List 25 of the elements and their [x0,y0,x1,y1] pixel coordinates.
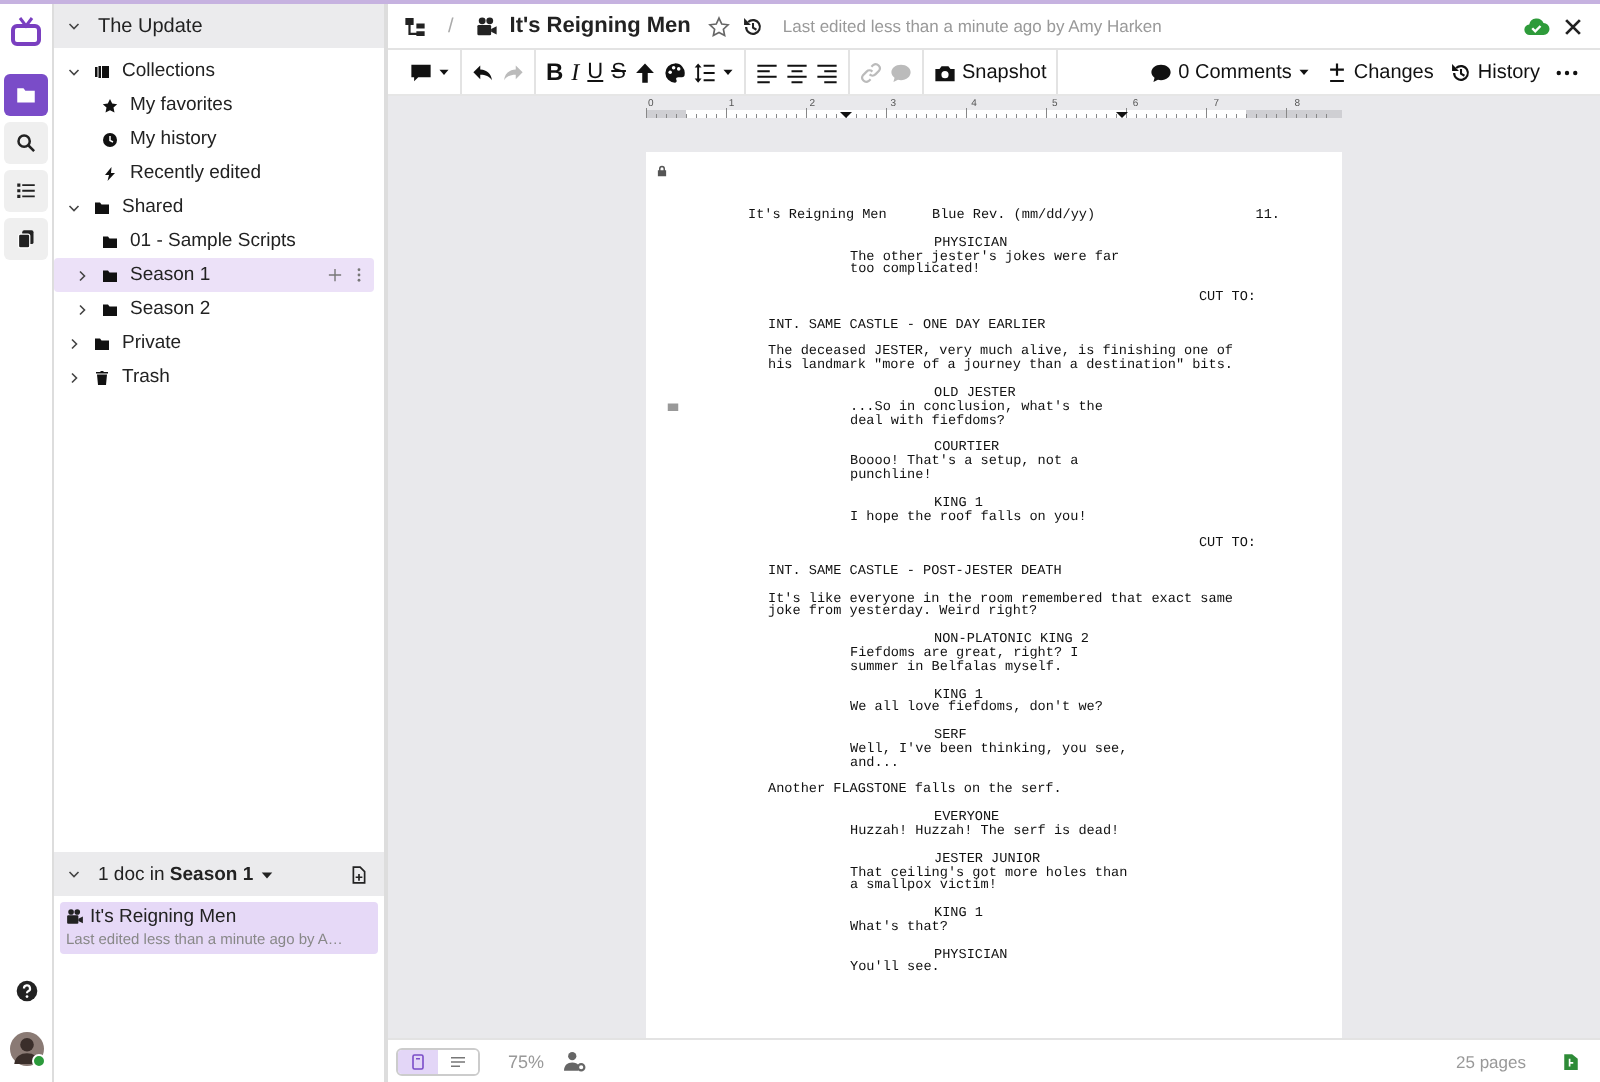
tree-item[interactable]: My history [54,122,374,156]
tree-item[interactable]: My favorites [54,88,374,122]
sidebar-title: The Update [98,15,203,37]
tree-item[interactable]: Season 1 [54,258,374,292]
page-count: 25 pages [1456,1051,1526,1071]
tree-item[interactable]: 01 - Sample Scripts [54,224,374,258]
italic-button[interactable]: I [569,54,582,90]
changes-button[interactable]: Changes [1323,54,1436,90]
tree-item[interactable]: Shared [54,190,374,224]
tree-item[interactable]: Season 2 [54,292,374,326]
tree-item[interactable]: Trash [54,360,374,394]
tree-item[interactable]: Recently edited [54,156,374,190]
last-edited-text: Last edited less than a minute ago by Amy Harken [782,16,1162,36]
history-button[interactable]: History [1447,54,1542,90]
tree-item[interactable]: Collections [54,54,374,88]
snapshot-button[interactable]: Snapshot [931,54,1049,90]
bold-button[interactable]: B [544,54,566,90]
strike-button[interactable]: S [609,54,628,90]
document-title: It's Reigning Men [509,14,691,38]
document-title: It's Reigning Men [90,906,237,928]
tree-item[interactable]: Private [54,326,374,360]
comments-button[interactable]: 0 Comments [1148,54,1312,90]
docs-heading: 1 doc in Season 1 [98,863,254,885]
breadcrumb-separator: / [448,15,454,37]
underline-button[interactable]: U [585,54,606,90]
